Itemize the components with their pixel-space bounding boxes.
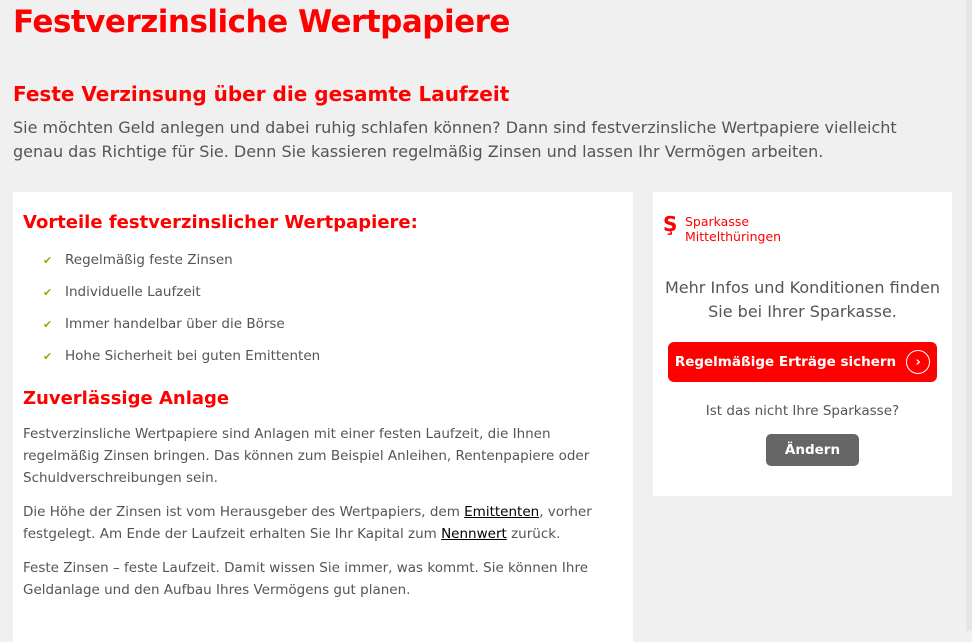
change-button[interactable]: Ändern xyxy=(766,434,859,466)
paragraph-2: Die Höhe der Zinsen ist vom Herausgeber … xyxy=(23,501,593,545)
list-item: ✔ Regelmäßig feste Zinsen xyxy=(23,248,623,280)
list-item: ✔ Hohe Sicherheit bei guten Emittenten xyxy=(23,344,623,376)
logo-line-2: Mittelthüringen xyxy=(685,229,782,244)
sparkasse-s-icon: Ş xyxy=(663,212,678,236)
intro-text: Sie möchten Geld anlegen und dabei ruhig… xyxy=(13,118,897,161)
paragraph-3: Feste Zinsen – feste Laufzeit. Damit wis… xyxy=(23,560,589,598)
sparkasse-logo[interactable]: Ş Sparkasse Mittelthüringen xyxy=(663,214,781,244)
check-icon: ✔ xyxy=(43,286,53,299)
main-content: Vorteile festverzinslicher Wertpapiere: … xyxy=(13,192,633,642)
logo-line-1: Sparkasse xyxy=(685,214,750,229)
cta-button[interactable]: Regelmäßige Erträge sichern › xyxy=(668,342,937,382)
emittenten-link[interactable]: Emittenten xyxy=(464,504,539,520)
check-icon: ✔ xyxy=(43,350,53,363)
scrollbar[interactable] xyxy=(966,0,972,631)
list-item: ✔ Immer handelbar über die Börse xyxy=(23,312,623,344)
reliable-heading: Zuverlässige Anlage xyxy=(23,388,230,409)
advantages-list: ✔ Regelmäßig feste Zinsen ✔ Individuelle L… xyxy=(23,248,623,376)
list-item: ✔ Individuelle Laufzeit xyxy=(23,280,623,312)
info-text: Mehr Infos und Konditionen finden Sie be… xyxy=(665,278,940,321)
nennwert-link[interactable]: Nennwert xyxy=(441,526,507,542)
check-icon: ✔ xyxy=(43,318,53,331)
change-question: Ist das nicht Ihre Sparkasse? xyxy=(705,403,900,419)
page-title: Festverzinsliche Wertpapiere xyxy=(13,4,510,40)
list-item-label: Individuelle Laufzeit xyxy=(65,284,201,300)
paragraph-1: Festverzinsliche Wertpapiere sind Anlage… xyxy=(23,426,590,486)
sparkasse-box: Ş Sparkasse Mittelthüringen Mehr Infos u… xyxy=(653,192,952,496)
text: Die Höhe der Zinsen ist vom Herausgeber … xyxy=(23,504,465,520)
text: zurück. xyxy=(506,526,561,542)
list-item-label: Regelmäßig feste Zinsen xyxy=(65,252,233,268)
page-subtitle: Feste Verzinsung über die gesamte Laufze… xyxy=(13,82,510,106)
list-item-label: Hohe Sicherheit bei guten Emittenten xyxy=(65,348,321,364)
list-item-label: Immer handelbar über die Börse xyxy=(65,316,285,332)
cta-label: Regelmäßige Erträge sichern xyxy=(674,354,897,370)
advantages-heading: Vorteile festverzinslicher Wertpapiere: xyxy=(23,212,418,233)
check-icon: ✔ xyxy=(43,254,53,267)
chevron-right-circle-icon: › xyxy=(906,350,931,374)
logo-text: Sparkasse Mittelthüringen xyxy=(685,214,781,244)
